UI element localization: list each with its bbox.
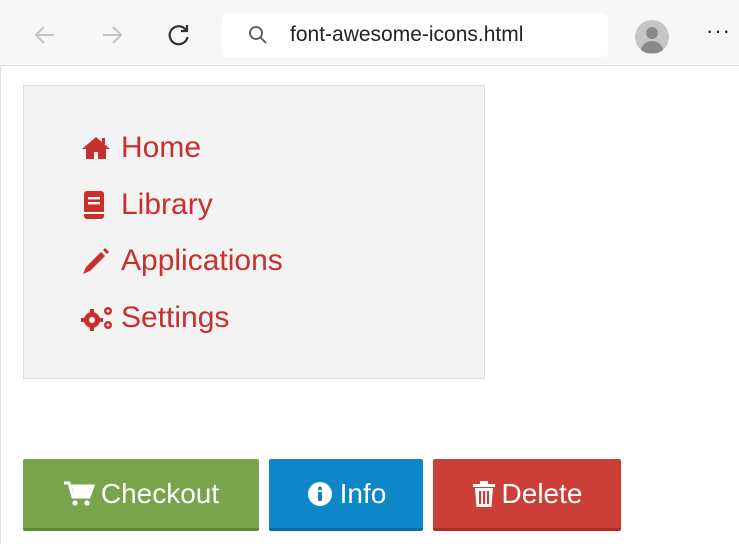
address-bar[interactable]: font-awesome-icons.html: [222, 13, 608, 57]
menu-item-label: Applications: [121, 244, 283, 277]
menu-item-applications[interactable]: Applications: [81, 244, 283, 278]
menu-item-library[interactable]: Library: [81, 188, 213, 222]
home-icon: [81, 132, 121, 164]
info-circle-icon: [306, 480, 334, 508]
checkout-button[interactable]: Checkout: [23, 459, 259, 531]
nav-menu: Home Library Applications Settings: [23, 85, 485, 379]
pencil-icon: [81, 245, 121, 277]
menu-item-label: Library: [121, 188, 213, 221]
delete-label: Delete: [501, 477, 583, 509]
book-icon: [81, 189, 121, 221]
trash-icon: [472, 480, 496, 508]
info-label: Info: [339, 477, 387, 509]
reload-icon[interactable]: [164, 20, 194, 50]
gears-icon: [81, 302, 121, 334]
page-content: Home Library Applications Settings Check…: [0, 66, 739, 544]
menu-item-label: Home: [121, 131, 202, 164]
delete-button[interactable]: Delete: [433, 459, 621, 531]
checkout-label: Checkout: [100, 477, 220, 509]
menu-item-label: Settings: [121, 301, 230, 334]
more-menu-button[interactable]: ···: [706, 18, 731, 44]
search-icon: [246, 23, 270, 47]
address-text: font-awesome-icons.html: [290, 23, 524, 46]
menu-item-settings[interactable]: Settings: [81, 301, 229, 335]
cart-icon: [63, 480, 95, 508]
browser-toolbar: font-awesome-icons.html ···: [0, 0, 739, 66]
arrow-left-icon[interactable]: [30, 20, 60, 50]
arrow-right-icon[interactable]: [97, 20, 127, 50]
menu-item-home[interactable]: Home: [81, 131, 201, 165]
info-button[interactable]: Info: [269, 459, 423, 531]
profile-avatar[interactable]: [635, 20, 669, 54]
